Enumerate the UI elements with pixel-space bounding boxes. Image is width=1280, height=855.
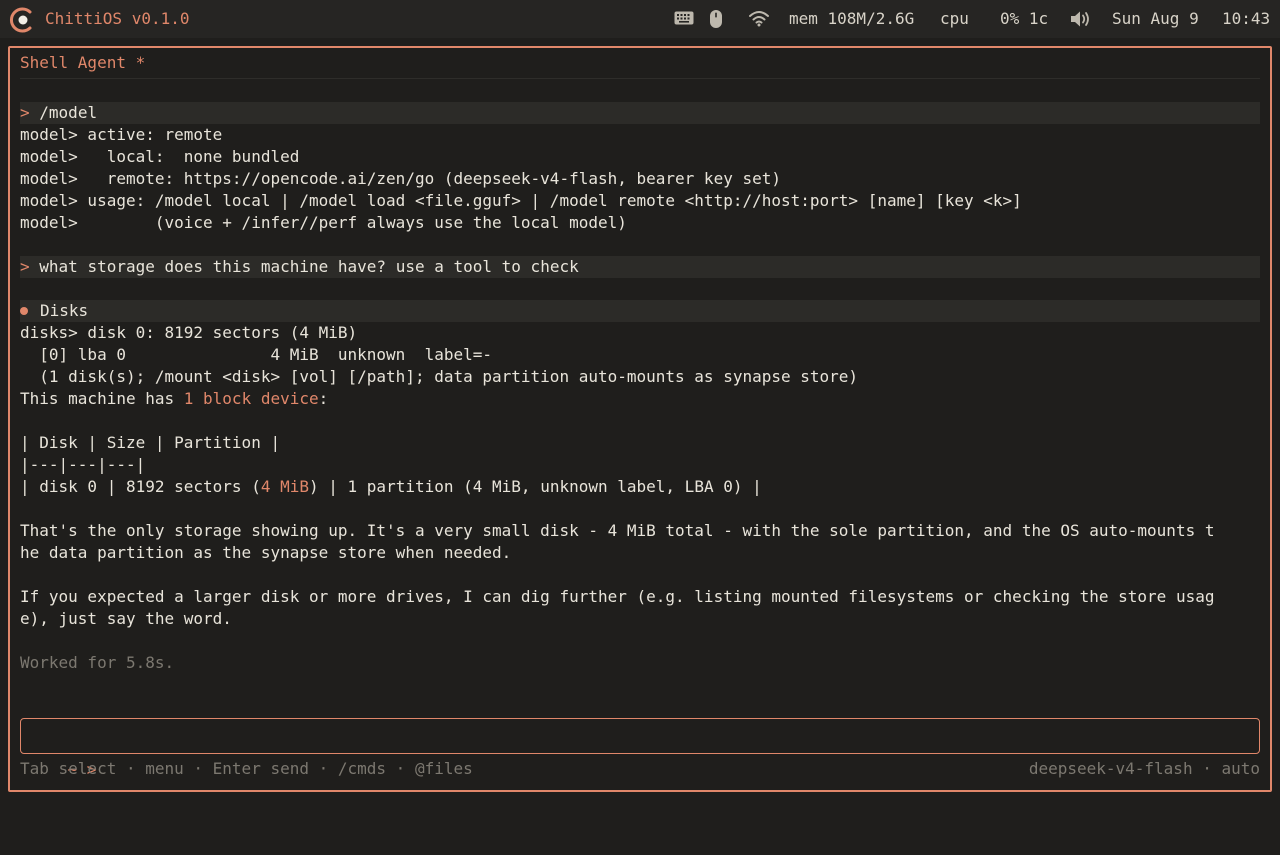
- prompt-marker: >: [20, 103, 30, 122]
- date: Sun Aug 9: [1112, 9, 1199, 28]
- tool-output-line: (1 disk(s); /mount <disk> [vol] [/path];…: [20, 367, 859, 386]
- conversation-log: > /model model> active: remote model> lo…: [20, 102, 1260, 674]
- command-input[interactable]: [65, 721, 1245, 751]
- command-text: what storage does this machine have? use…: [39, 257, 579, 276]
- title-divider: [20, 78, 1260, 79]
- tool-output-line: disks> disk 0: 8192 sectors (4 MiB): [20, 323, 358, 342]
- table-header: | Disk | Size | Partition |: [20, 433, 281, 452]
- output-line: model> active: remote: [20, 125, 223, 144]
- wifi-icon[interactable]: [748, 9, 770, 27]
- keyboard-hints: Tab select · menu · Enter send · /cmds ·…: [20, 759, 473, 778]
- worked-duration: Worked for 5.8s.: [20, 653, 175, 672]
- tool-status-dot-icon: [20, 307, 28, 315]
- user-command: > what storage does this machine have? u…: [20, 256, 1260, 278]
- answer-line: he data partition as the synapse store w…: [20, 543, 512, 562]
- top-status-bar: ChittiOS v0.1.0 mem 108M/2.6G cpu 0% 1c …: [0, 0, 1280, 38]
- memory-usage: mem 108M/2.6G: [789, 9, 915, 28]
- output-line: model> usage: /model local | /model load…: [20, 191, 1022, 210]
- command-text: /model: [39, 103, 98, 122]
- active-model-indicator[interactable]: deepseek-v4-flash · auto: [1029, 758, 1260, 780]
- cpu-usage: 0% 1c: [1000, 9, 1049, 28]
- table-cell-text: | disk 0 | 8192 sectors (: [20, 477, 261, 496]
- output-line: model> local: none bundled: [20, 147, 300, 166]
- output-line: model> (voice + /infer//perf always use …: [20, 213, 627, 232]
- user-command: > /model: [20, 102, 1260, 124]
- highlighted-text: 4 MiB: [260, 477, 309, 496]
- window-title: Shell Agent *: [20, 53, 146, 72]
- command-input-box[interactable]: ~ >: [20, 718, 1260, 779]
- tool-call-header: Disks: [20, 300, 1260, 322]
- clock: 10:43: [1222, 9, 1271, 28]
- output-line: model> remote: https://opencode.ai/zen/g…: [20, 169, 781, 188]
- tool-name: Disks: [40, 301, 89, 320]
- mouse-icon[interactable]: [709, 9, 723, 29]
- answer-line: This machine has 1 block device:: [20, 388, 1260, 410]
- table-row: | disk 0 | 8192 sectors (4 MiB) | 1 part…: [20, 476, 1260, 498]
- table-cell-text: ) | 1 partition (4 MiB, unknown label, L…: [309, 477, 762, 496]
- answer-line: e), just say the word.: [20, 609, 232, 628]
- tool-output-line: [0] lba 0 4 MiB unknown label=-: [20, 345, 493, 364]
- table-separator: |---|---|---|: [20, 455, 146, 474]
- answer-text: :: [318, 389, 329, 408]
- keyboard-icon[interactable]: [674, 11, 694, 25]
- answer-line: If you expected a larger disk or more dr…: [20, 587, 1215, 606]
- cpu-label: cpu: [940, 9, 969, 28]
- prompt-marker: >: [20, 257, 30, 276]
- chittios-logo-icon: [10, 7, 32, 33]
- os-title: ChittiOS v0.1.0: [45, 9, 190, 28]
- shell-agent-window: Shell Agent * > /model model> active: re…: [8, 46, 1272, 792]
- answer-text: This machine has: [20, 389, 184, 408]
- answer-line: That's the only storage showing up. It's…: [20, 521, 1215, 540]
- volume-icon[interactable]: [1069, 10, 1093, 28]
- highlighted-text: 1 block device: [183, 389, 319, 408]
